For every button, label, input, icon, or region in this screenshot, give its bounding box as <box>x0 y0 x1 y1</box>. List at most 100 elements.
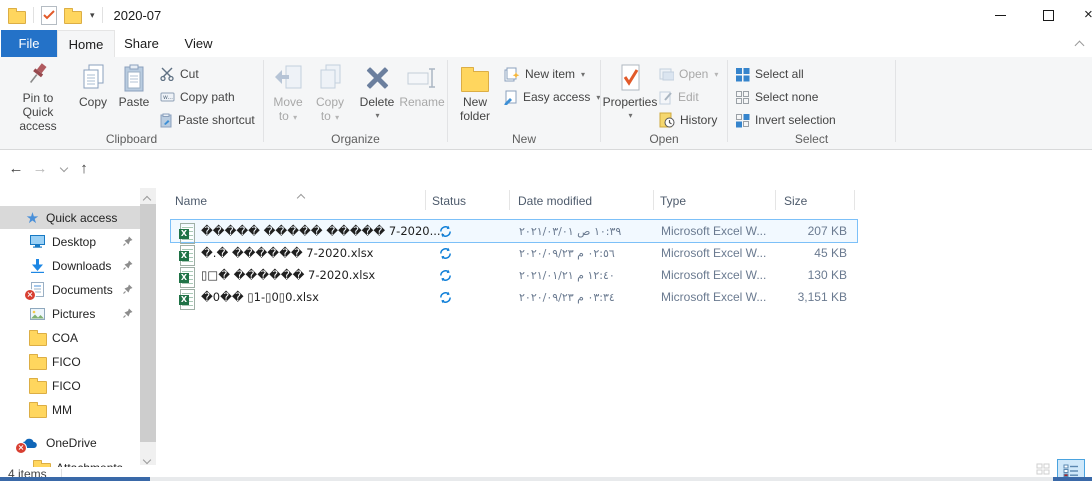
documents-icon <box>24 281 46 301</box>
close-button[interactable]: × <box>1076 0 1092 30</box>
sidebar-item-mm[interactable]: MM <box>0 398 140 421</box>
quick-access-star-icon: ★ <box>25 209 40 227</box>
paste-button[interactable]: Paste <box>114 61 154 129</box>
scroll-down-icon[interactable] <box>142 452 152 466</box>
sidebar-item-coa[interactable]: COA <box>0 326 140 349</box>
up-button[interactable]: ↑ <box>72 156 96 180</box>
back-button[interactable]: ← <box>4 156 28 180</box>
sidebar-item-downloads[interactable]: Downloads <box>0 254 140 277</box>
sidebar-item-label: COA <box>52 330 79 345</box>
forward-icon: → <box>32 159 48 177</box>
delete-button[interactable]: Delete ▾ <box>356 61 398 129</box>
sidebar-item-desktop[interactable]: Desktop <box>0 230 140 253</box>
copy-button[interactable]: Copy <box>74 61 112 129</box>
forward-button[interactable]: → <box>28 156 52 180</box>
file-row[interactable]: X �.� ������ 7-2020.xlsx ٢٠٢٠/٠٩/٢٣ م ٠٢… <box>170 241 858 266</box>
tab-file[interactable]: File <box>1 30 57 57</box>
easy-access-button[interactable]: Easy access ▾ <box>504 86 600 108</box>
open-button[interactable]: Open ▾ <box>659 63 718 85</box>
ribbon-group-new: New folder New item ▾ Easy access ▾ New <box>448 57 600 149</box>
pin-label: Pin to Quick access <box>19 91 57 133</box>
file-row[interactable]: X ▯□� ������ 7-2020.xlsx ٢٠٢١/٠١/٢١ م ١٢… <box>170 263 858 288</box>
minimize-ribbon-icon[interactable] <box>1074 40 1085 51</box>
column-divider[interactable] <box>509 190 510 210</box>
column-header-date-modified[interactable]: Date modified <box>518 188 592 214</box>
ribbon-group-open: Properties ▾ Open ▾ Edit History Open <box>601 57 727 149</box>
minimize-button[interactable] <box>980 0 1020 30</box>
file-row[interactable]: X ����� ����� ����� 7-2020.... ٢٠٢١/٠٣/٠… <box>170 219 858 244</box>
delete-label: Delete <box>359 95 395 109</box>
maximize-button[interactable] <box>1028 0 1068 30</box>
qat-customize-dropdown[interactable]: ▾ <box>90 10 95 21</box>
column-divider[interactable] <box>425 190 426 210</box>
sidebar-item-onedrive[interactable]: OneDrive <box>0 431 140 454</box>
file-type: Microsoft Excel W... <box>661 268 767 282</box>
sidebar-item-label: Quick access <box>46 210 118 225</box>
folder-icon <box>28 401 47 418</box>
column-divider[interactable] <box>775 190 776 210</box>
up-icon: ↑ <box>80 159 88 177</box>
move-to-button[interactable]: Move to ▾ <box>268 61 308 129</box>
easy-access-label: Easy access <box>523 90 591 104</box>
column-header-size[interactable]: Size <box>784 188 807 214</box>
sidebar-item-label: OneDrive <box>46 435 97 450</box>
sidebar-item-attachments[interactable]: Attachments <box>0 456 140 467</box>
sidebar-item-pictures[interactable]: Pictures <box>0 302 140 325</box>
sidebar-item-fico[interactable]: FICO <box>0 350 140 373</box>
file-row[interactable]: X �0�� ▯1-▯0▯0.xlsx ٢٠٢٠/٠٩/٢٣ م ٠٣:٣٤ M… <box>170 285 858 310</box>
column-header-status[interactable]: Status <box>432 188 466 214</box>
select-group-label: Select <box>794 132 829 146</box>
copy-label: Copy <box>78 95 107 109</box>
column-header-type[interactable]: Type <box>660 188 686 214</box>
new-folder-button[interactable]: New folder <box>452 61 498 129</box>
ribbon-group-select: Select all Select none Invert selection … <box>728 57 895 149</box>
file-date-modified: ٢٠٢١/٠١/٢١ م ١٢:٤٠ <box>519 268 615 282</box>
qat-new-folder-button[interactable] <box>64 7 82 24</box>
copy-path-button[interactable]: w... Copy path <box>160 86 235 108</box>
file-date-modified: ٢٠٢٠/٠٩/٢٣ م ٠٢:٥٦ <box>519 246 615 260</box>
scrollbar-thumb[interactable] <box>140 204 156 442</box>
move-to-icon <box>273 61 303 95</box>
move-to-label: Move to ▾ <box>273 95 303 123</box>
pin-icon <box>123 260 133 270</box>
column-divider[interactable] <box>653 190 654 210</box>
column-divider[interactable] <box>854 190 855 210</box>
qat-properties-button[interactable] <box>41 5 57 25</box>
sidebar-scrollbar[interactable] <box>140 188 156 465</box>
back-icon: ← <box>8 159 24 177</box>
column-header-name[interactable]: Name <box>175 188 207 214</box>
copy-path-label: Copy path <box>180 90 235 104</box>
copy-to-button[interactable]: Copy to ▾ <box>310 61 350 129</box>
file-type: Microsoft Excel W... <box>661 224 767 238</box>
rename-button[interactable]: Rename <box>398 61 446 129</box>
properties-button[interactable]: Properties ▾ <box>603 61 657 129</box>
file-name: ����� ����� ����� 7-2020.... <box>201 224 445 238</box>
downloads-icon <box>29 257 46 274</box>
select-all-button[interactable]: Select all <box>735 63 804 85</box>
sidebar-item-documents[interactable]: Documents <box>0 278 140 301</box>
tab-share[interactable]: Share <box>113 30 170 57</box>
quick-access-toolbar: ▾ 2020-07 <box>0 5 161 25</box>
tab-view[interactable]: View <box>170 30 227 57</box>
invert-selection-button[interactable]: Invert selection <box>735 109 836 131</box>
file-name: �0�� ▯1-▯0▯0.xlsx <box>201 290 319 304</box>
sidebar-item-quick-access[interactable]: ★ Quick access <box>0 206 140 229</box>
sidebar-item-fico-2[interactable]: FICO <box>0 374 140 397</box>
open-icon <box>659 68 674 80</box>
pin-to-quick-access-button[interactable]: Pin to Quick access <box>6 61 70 133</box>
new-item-button[interactable]: New item ▾ <box>504 63 585 85</box>
new-item-icon <box>504 67 520 82</box>
cut-button[interactable]: Cut <box>160 63 199 85</box>
large-icons-view-button[interactable] <box>1030 459 1056 479</box>
select-none-button[interactable]: Select none <box>735 86 818 108</box>
tab-home[interactable]: Home <box>57 30 115 58</box>
desktop-icon <box>29 233 46 250</box>
file-size: 130 KB <box>807 268 847 282</box>
properties-icon <box>619 61 641 95</box>
clipboard-group-label: Clipboard <box>105 132 158 146</box>
paste-shortcut-button[interactable]: Paste shortcut <box>160 109 255 131</box>
maximize-icon <box>1042 9 1054 21</box>
edit-button[interactable]: Edit <box>659 86 699 108</box>
folder-icon <box>28 329 47 346</box>
history-button[interactable]: History <box>659 109 717 131</box>
